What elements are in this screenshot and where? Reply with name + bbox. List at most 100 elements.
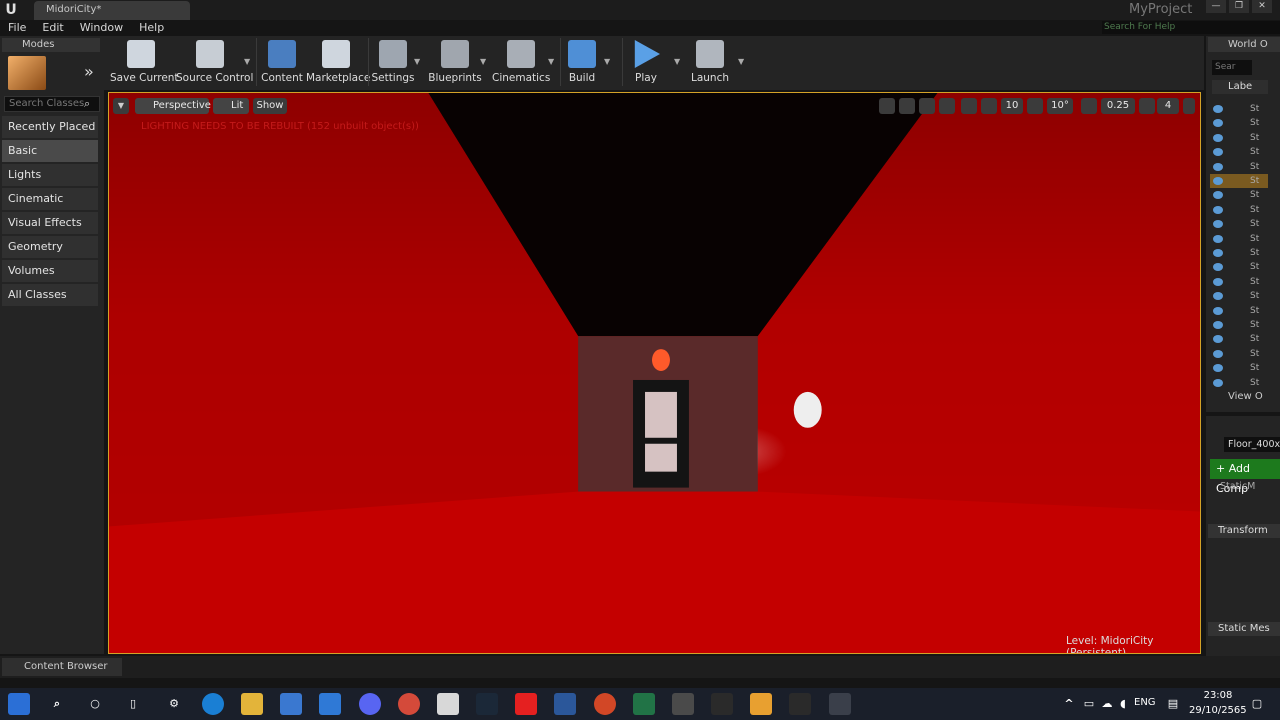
scale-snap-icon[interactable] [1081,98,1097,114]
visibility-eye-icon[interactable] [1213,277,1223,286]
chevron-down-icon[interactable]: ▼ [674,57,680,66]
unreal-editor-icon[interactable] [829,693,851,715]
camera-speed-value[interactable]: 4 [1157,98,1179,114]
add-component-button[interactable]: + Add Comp [1210,459,1280,495]
search-icon[interactable]: ⌕ [46,693,68,715]
visibility-eye-icon[interactable] [1213,105,1223,113]
minimize-icon[interactable]: — [1206,0,1226,13]
steam-icon[interactable] [476,693,498,715]
launch-button[interactable]: Launch [688,38,732,86]
input-method-icon[interactable]: ▤ [1166,693,1180,715]
menu-edit[interactable]: Edit [34,20,71,36]
close-icon[interactable]: ✕ [1252,0,1272,13]
save-current-button[interactable]: Save Current [110,38,179,86]
place-mode-icon[interactable] [8,56,46,90]
category-all-classes[interactable]: All Classes [2,284,98,306]
outliner-row[interactable]: St [1210,318,1268,332]
store-icon[interactable] [280,693,302,715]
outliner-row[interactable]: St [1210,275,1268,289]
outliner-row[interactable]: St [1210,131,1268,145]
outliner-row[interactable]: St [1210,361,1268,375]
marketplace-button[interactable]: Marketplace [306,38,370,86]
static-mesh-section-header[interactable]: Static Mes [1208,622,1280,636]
menu-window[interactable]: Window [72,20,131,36]
visibility-eye-icon[interactable] [1213,148,1223,157]
transform-section-header[interactable]: Transform [1208,524,1280,538]
notepad-icon[interactable] [437,693,459,715]
modes-tab[interactable]: Modes [2,38,100,52]
powerpoint-icon[interactable] [594,693,616,715]
surface-snap-icon[interactable] [961,98,977,114]
lit-button[interactable]: Lit [213,98,249,114]
visibility-eye-icon[interactable] [1213,378,1223,387]
chevron-down-icon[interactable]: ▼ [480,57,486,66]
outliner-row[interactable]: St [1210,289,1268,303]
outliner-row[interactable]: St [1210,304,1268,318]
media-player-icon[interactable] [750,693,772,715]
settings-button[interactable]: Settings [370,38,416,86]
outliner-row[interactable]: St [1210,332,1268,346]
view-options-button[interactable]: View O [1228,391,1263,402]
world-local-icon[interactable] [939,98,955,114]
spot-light-icon[interactable] [652,349,670,372]
chevron-up-icon[interactable]: ^ [1062,693,1076,715]
outliner-row[interactable]: St [1210,246,1268,260]
outliner-row[interactable]: St [1210,174,1268,188]
perspective-button[interactable]: Perspective [135,98,211,114]
notifications-icon[interactable]: ▢ [1246,693,1268,715]
clock-date[interactable]: 29/10/2565 [1189,705,1247,716]
menu-help[interactable]: Help [131,20,172,36]
task-view-icon[interactable]: ▯ [122,693,144,715]
outliner-row[interactable]: St [1210,102,1268,116]
expand-modes-icon[interactable]: » [84,62,94,81]
category-geometry[interactable]: Geometry [2,236,98,258]
discord-icon[interactable] [359,693,381,715]
blueprints-button[interactable]: Blueprints [426,38,484,86]
document-tab[interactable]: MidoriCity* [34,1,190,20]
scale-icon[interactable] [919,98,935,114]
category-basic[interactable]: Basic [2,140,98,162]
outliner-row[interactable]: St [1210,160,1268,174]
viewport-options-button[interactable]: ▼ [113,98,129,114]
outliner-row[interactable]: St [1210,232,1268,246]
chevron-down-icon[interactable]: ▼ [414,57,420,66]
category-visual-effects[interactable]: Visual Effects [2,212,98,234]
help-search-input[interactable]: Search For Help [1102,21,1280,34]
build-button[interactable]: Build [562,38,602,86]
maximize-icon[interactable]: ❐ [1229,0,1249,13]
epic-games-icon[interactable] [711,693,733,715]
menu-file[interactable]: File [0,20,34,36]
search-icon[interactable]: ⌕ [84,97,98,111]
network-icon[interactable]: ▭ [1082,693,1096,715]
content-button[interactable]: Content [260,38,304,86]
outliner-row[interactable]: St [1210,347,1268,361]
visibility-eye-icon[interactable] [1213,234,1223,243]
content-browser-tab[interactable]: Content Browser [2,658,122,676]
app-icon[interactable] [672,693,694,715]
category-recently-placed[interactable]: Recently Placed [2,116,98,138]
mail-icon[interactable] [319,693,341,715]
outliner-row[interactable]: St [1210,260,1268,274]
outliner-row[interactable]: St [1210,217,1268,231]
visibility-eye-icon[interactable] [1213,162,1223,171]
rotation-snap-value[interactable]: 10° [1047,98,1073,114]
outliner-search-input[interactable]: Sear [1212,60,1252,75]
gear-icon[interactable]: ⚙ [163,693,185,715]
category-cinematic[interactable]: Cinematic [2,188,98,210]
visibility-eye-icon[interactable] [1213,321,1223,329]
windows-start-icon[interactable] [8,693,30,715]
grid-snap-value[interactable]: 10 [1001,98,1023,114]
rotation-snap-icon[interactable] [1027,98,1043,114]
visibility-eye-icon[interactable] [1213,364,1223,373]
maximize-viewport-icon[interactable] [1183,98,1195,114]
visibility-eye-icon[interactable] [1213,306,1223,315]
show-button[interactable]: Show [253,98,287,114]
component-label[interactable]: StaticM [1220,481,1255,492]
point-light-icon[interactable] [793,391,822,428]
visibility-eye-icon[interactable] [1213,205,1223,214]
language-indicator[interactable]: ENG [1134,697,1156,708]
visibility-eye-icon[interactable] [1213,263,1223,272]
edge-icon[interactable] [202,693,224,715]
visibility-eye-icon[interactable] [1213,191,1223,200]
word-icon[interactable] [554,693,576,715]
